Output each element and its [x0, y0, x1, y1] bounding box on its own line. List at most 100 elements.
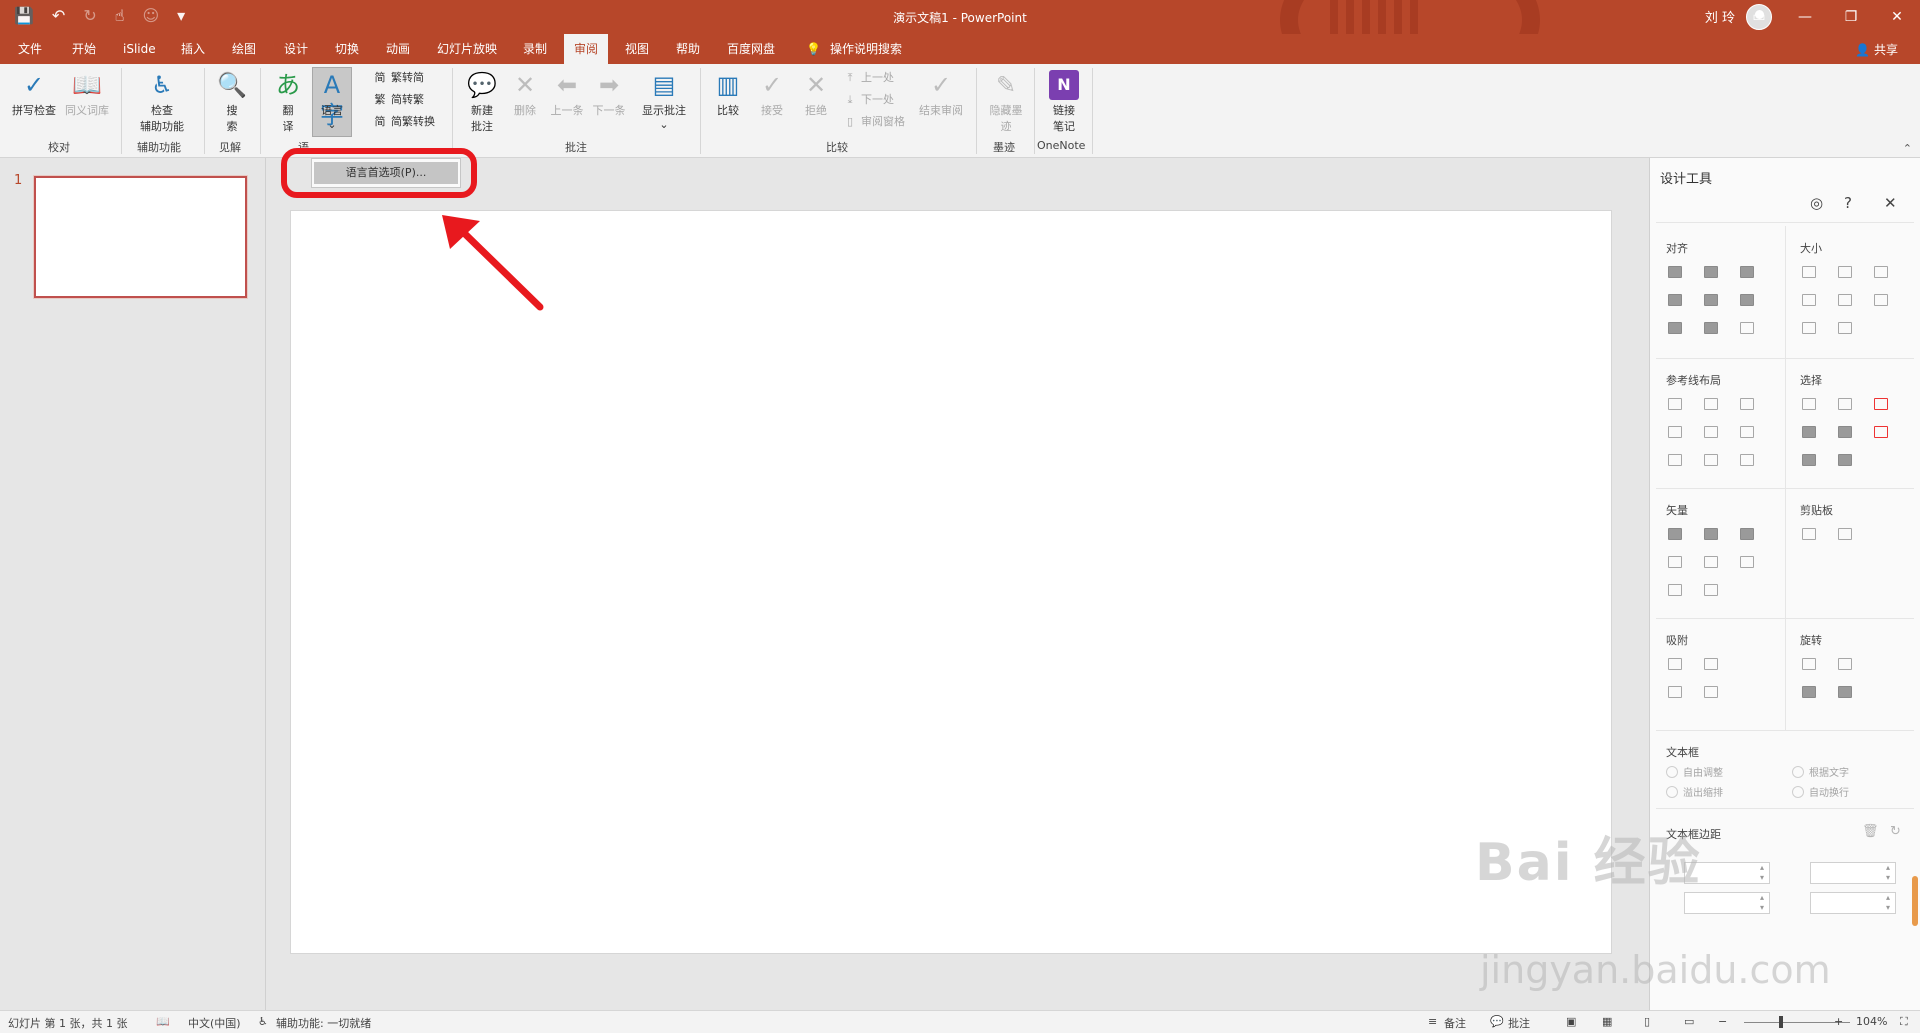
- guide-width-icon[interactable]: [1668, 454, 1682, 466]
- spelling-status-icon[interactable]: 📖: [156, 1015, 170, 1028]
- combine-icon[interactable]: [1704, 528, 1718, 540]
- align-bottom-icon[interactable]: [1740, 294, 1754, 306]
- margin-bottom-input[interactable]: [1810, 892, 1896, 914]
- tab-design[interactable]: 设计: [274, 34, 318, 64]
- reject-button[interactable]: ✕ 拒绝: [796, 70, 836, 118]
- reviewing-pane-button[interactable]: ▯ 审阅窗格: [842, 112, 905, 132]
- rotate-left-icon[interactable]: [1802, 658, 1816, 670]
- extend-top-icon[interactable]: [1802, 322, 1816, 334]
- new-comment-button[interactable]: 💬 新建 批注: [460, 70, 504, 134]
- tell-me-search[interactable]: 操作说明搜索: [820, 34, 912, 64]
- fit-to-window-icon[interactable]: ⛶: [1900, 1015, 1908, 1029]
- guide-fit-icon[interactable]: [1740, 454, 1754, 466]
- help-icon[interactable]: ?: [1844, 194, 1852, 212]
- guide-top-icon[interactable]: [1668, 426, 1682, 438]
- margin-right-input[interactable]: [1810, 862, 1896, 884]
- guide-center-icon[interactable]: [1704, 398, 1718, 410]
- snap-left-icon[interactable]: [1668, 658, 1682, 670]
- select-similar-icon[interactable]: [1838, 398, 1852, 410]
- tab-review[interactable]: 审阅: [564, 34, 609, 64]
- tab-file[interactable]: 文件: [8, 34, 52, 64]
- collapse-ribbon-icon[interactable]: ⌃: [1903, 142, 1912, 155]
- check-accessibility-button[interactable]: ♿ 检查 辅助功能: [130, 70, 194, 134]
- linked-notes-button[interactable]: N 链接 笔记: [1042, 70, 1086, 134]
- zoom-level[interactable]: 104%: [1856, 1015, 1887, 1028]
- slideshow-icon[interactable]: ▭: [1684, 1015, 1694, 1028]
- maximize-icon[interactable]: ❐: [1828, 0, 1874, 34]
- ribbon-display-icon[interactable]: ▭: [1736, 0, 1782, 34]
- tab-draw[interactable]: 绘图: [222, 34, 266, 64]
- trash-icon[interactable]: 🗑: [1862, 824, 1879, 839]
- fragment-icon[interactable]: [1740, 528, 1754, 540]
- margin-top-input[interactable]: [1684, 892, 1770, 914]
- chinese-convert-button[interactable]: 简简繁转换: [372, 112, 436, 132]
- slide-canvas[interactable]: [290, 210, 1612, 954]
- tab-record[interactable]: 录制: [513, 34, 557, 64]
- minimize-icon[interactable]: —: [1782, 0, 1828, 34]
- trad-to-simp-button[interactable]: 简繁转简: [372, 68, 425, 88]
- language-button[interactable]: A字 语言 ⌄: [312, 70, 352, 131]
- next-comment-button[interactable]: ➡ 下一条: [588, 70, 630, 118]
- user-name[interactable]: 刘 玲: [1705, 7, 1735, 26]
- swap-icon[interactable]: [1874, 294, 1888, 306]
- flip-horizontal-icon[interactable]: [1802, 686, 1816, 698]
- paste-icon[interactable]: [1838, 528, 1852, 540]
- zoom-out-icon[interactable]: −: [1718, 1015, 1727, 1028]
- previous-comment-button[interactable]: ⬅ 上一条: [546, 70, 588, 118]
- slide-thumbnail[interactable]: [34, 176, 247, 298]
- select-checked-icon[interactable]: [1874, 398, 1888, 410]
- select-pointer-icon[interactable]: [1874, 426, 1888, 438]
- tab-islide[interactable]: iSlide: [113, 34, 166, 64]
- simp-to-trad-button[interactable]: 繁简转繁: [372, 90, 425, 110]
- close-icon[interactable]: ✕: [1884, 194, 1897, 212]
- reading-view-icon[interactable]: ▯: [1644, 1015, 1650, 1028]
- delete-comment-button[interactable]: ✕ 删除: [506, 70, 544, 118]
- location-icon[interactable]: ◎: [1810, 194, 1823, 212]
- guide-bottom-icon[interactable]: [1740, 426, 1754, 438]
- union-icon[interactable]: [1668, 528, 1682, 540]
- select-top-icon[interactable]: [1802, 426, 1816, 438]
- accessibility-status[interactable]: 辅助功能: 一切就绪: [276, 1015, 371, 1031]
- guide-height-icon[interactable]: [1704, 454, 1718, 466]
- copy-icon[interactable]: [1802, 528, 1816, 540]
- extend-bottom-icon[interactable]: [1838, 322, 1852, 334]
- language-status[interactable]: 中文(中国): [188, 1015, 241, 1031]
- align-left-icon[interactable]: [1668, 266, 1682, 278]
- subtract-icon[interactable]: [1704, 556, 1718, 568]
- align-center-icon[interactable]: [1704, 266, 1718, 278]
- normal-view-icon[interactable]: ▣: [1566, 1015, 1576, 1028]
- close-icon[interactable]: ✕: [1874, 0, 1920, 34]
- same-size-icon[interactable]: [1874, 266, 1888, 278]
- word-wrap-radio[interactable]: 自动换行: [1792, 784, 1849, 799]
- zoom-slider-thumb[interactable]: [1779, 1016, 1783, 1028]
- notes-button[interactable]: 备注: [1444, 1015, 1466, 1031]
- previous-change-button[interactable]: ⤒ 上一处: [842, 68, 894, 88]
- extend-right-icon[interactable]: [1838, 294, 1852, 306]
- snap-right-icon[interactable]: [1704, 658, 1718, 670]
- align-right-icon[interactable]: [1740, 266, 1754, 278]
- slide-sorter-icon[interactable]: ▦: [1602, 1015, 1612, 1028]
- spell-check-button[interactable]: ✓ 拼写检查: [8, 70, 60, 118]
- shape-swap-icon[interactable]: [1704, 584, 1718, 596]
- next-change-button[interactable]: ⤓ 下一处: [842, 90, 894, 110]
- align-slide-icon[interactable]: [1740, 322, 1754, 334]
- text-to-shape-icon[interactable]: [1668, 584, 1682, 596]
- scrollbar-thumb[interactable]: [1912, 876, 1918, 926]
- distribute-vertical-icon[interactable]: [1704, 322, 1718, 334]
- end-review-button[interactable]: ✓ 结束审阅: [914, 70, 968, 118]
- accept-button[interactable]: ✓ 接受: [752, 70, 792, 118]
- hide-ink-button[interactable]: ✎ 隐藏墨 迹: [984, 70, 1028, 134]
- rotate-right-icon[interactable]: [1838, 658, 1852, 670]
- tab-insert[interactable]: 插入: [171, 34, 215, 64]
- thesaurus-button[interactable]: 📖 同义词库: [62, 70, 112, 118]
- edit-points-icon[interactable]: [1740, 556, 1754, 568]
- tab-view[interactable]: 视图: [615, 34, 659, 64]
- comments-button[interactable]: 批注: [1508, 1015, 1530, 1031]
- compare-button[interactable]: ▥ 比较: [708, 70, 748, 118]
- snap-top-icon[interactable]: [1668, 686, 1682, 698]
- zoom-in-icon[interactable]: +: [1834, 1015, 1843, 1028]
- guide-middle-icon[interactable]: [1704, 426, 1718, 438]
- select-layer-icon[interactable]: [1838, 454, 1852, 466]
- flip-vertical-icon[interactable]: [1838, 686, 1852, 698]
- select-bottom-icon[interactable]: [1802, 454, 1816, 466]
